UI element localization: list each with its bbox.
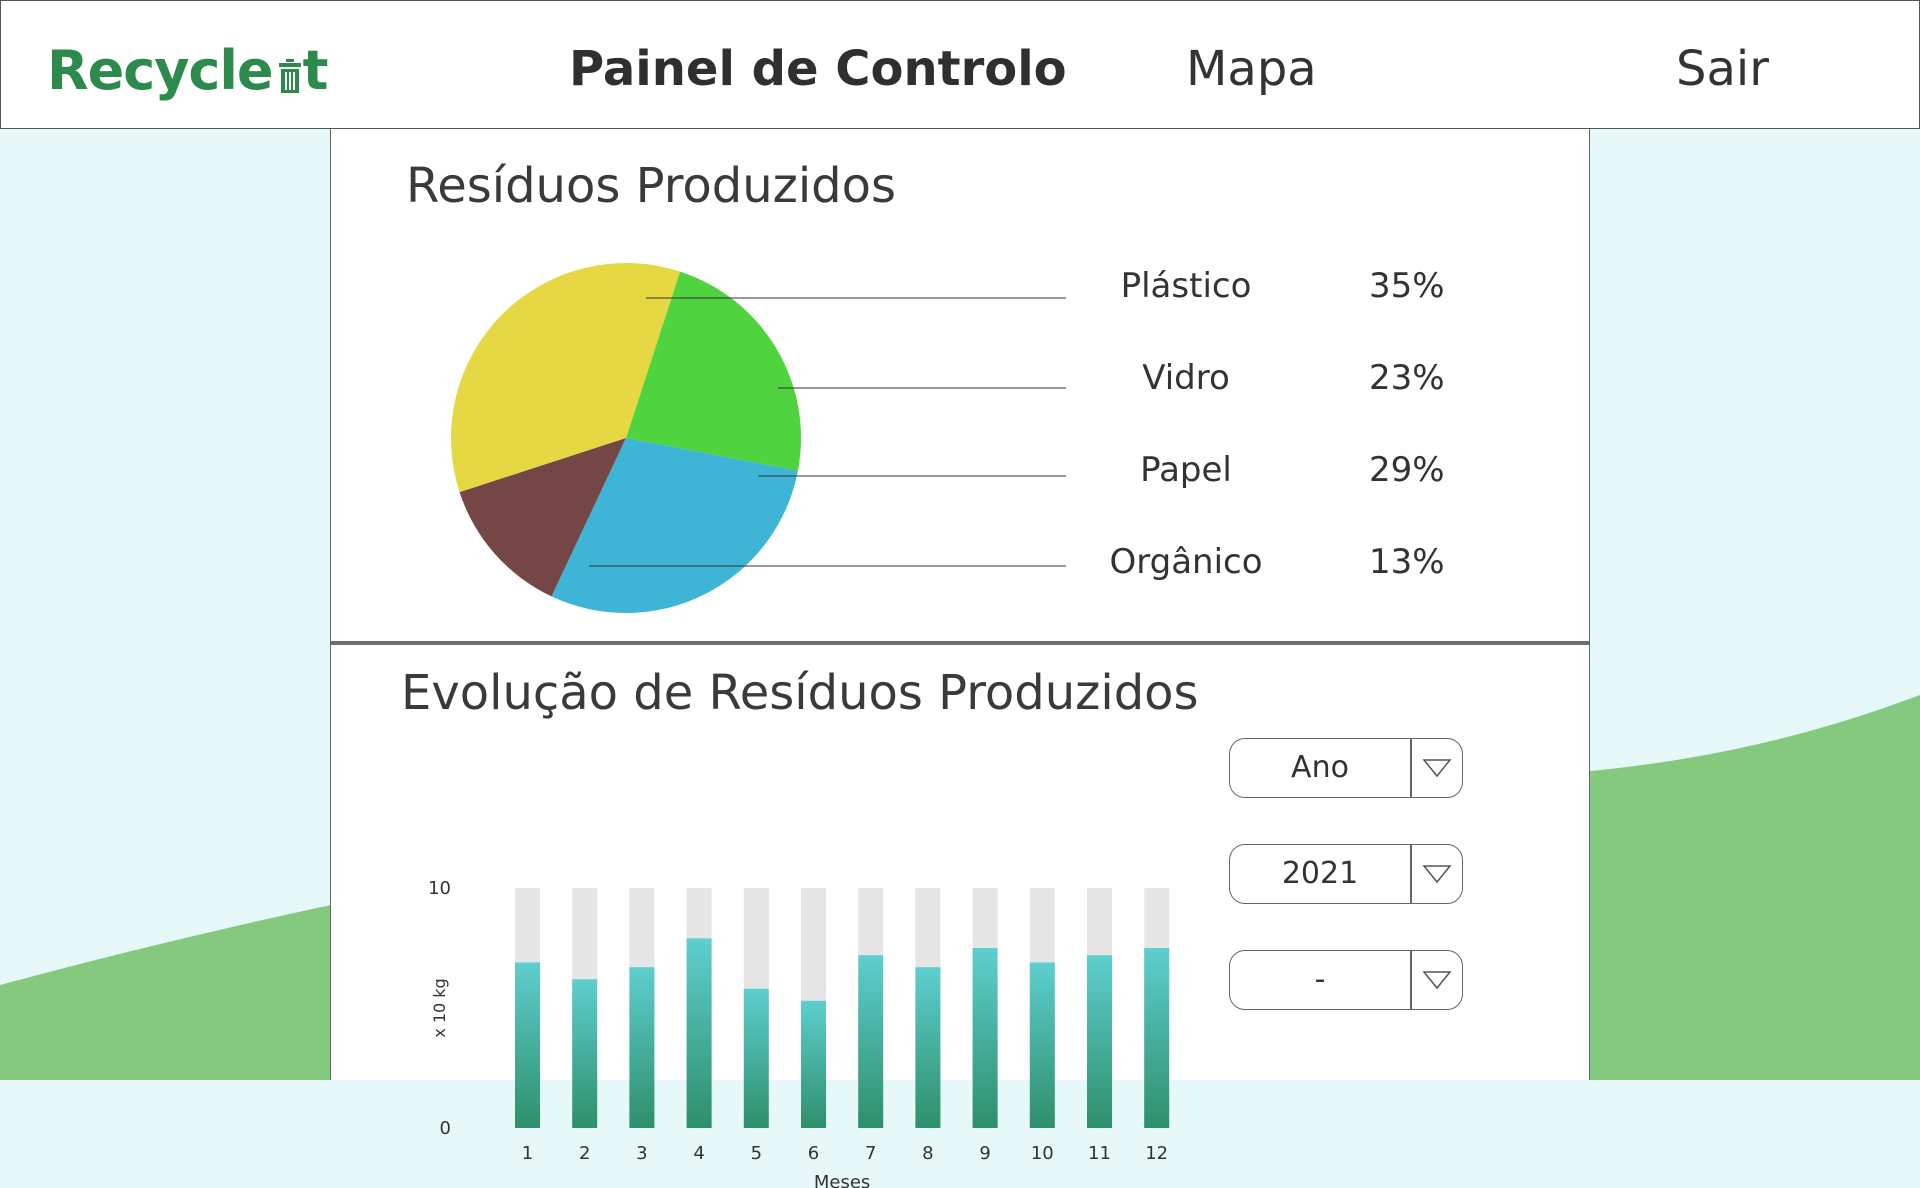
month-value: - xyxy=(1314,962,1326,997)
nav-dashboard-link[interactable]: Painel de Controlo xyxy=(569,41,1067,97)
x-tick-label: 4 xyxy=(693,1143,704,1164)
legend-percentage: 13% xyxy=(1369,542,1445,582)
section-divider xyxy=(331,641,1589,645)
legend-percentage: 35% xyxy=(1369,266,1445,306)
legend-percentage: 29% xyxy=(1369,450,1445,490)
y-tick-label: 10 xyxy=(428,878,451,899)
year-value: 2021 xyxy=(1281,856,1359,891)
chevron-down-icon[interactable] xyxy=(1422,863,1452,885)
month-select[interactable]: - xyxy=(1229,950,1463,1010)
bar-month-6[interactable] xyxy=(801,1000,826,1128)
nav-exit-link[interactable]: Sair xyxy=(1676,41,1769,97)
logo-text-recycle: Recycle xyxy=(47,38,274,102)
dropdown-separator xyxy=(1410,739,1412,797)
x-tick-label: 6 xyxy=(808,1143,819,1164)
bar-month-12[interactable] xyxy=(1144,948,1170,1128)
waste-evolution-bar-chart: 010x 10 kg1 2 3 4 5 6 7 8 9 10 11 12Meses xyxy=(428,878,1170,1188)
period-type-select[interactable]: Ano xyxy=(1229,738,1463,798)
bar-month-5[interactable] xyxy=(743,988,769,1128)
legend-percentage: 23% xyxy=(1369,358,1445,398)
dashboard-panel: Resíduos Produzidos Plástico 35% Vidro 23% P… xyxy=(330,128,1590,1188)
pie-leader-lines xyxy=(589,297,1066,567)
x-tick-label: 11 xyxy=(1088,1143,1111,1164)
y-tick-label: 0 xyxy=(440,1118,451,1139)
trash-bin-icon xyxy=(278,59,301,93)
dropdown-separator xyxy=(1410,951,1412,1009)
dropdown-separator xyxy=(1410,845,1412,903)
nav-map-link[interactable]: Mapa xyxy=(1186,41,1317,97)
waste-evolution-title: Evolução de Resíduos Produzidos xyxy=(401,665,1199,721)
bar-month-7[interactable] xyxy=(858,955,884,1128)
legend-row-vidro: Vidro 23% xyxy=(1071,358,1451,408)
bar-month-9[interactable] xyxy=(972,948,998,1128)
legend-row-plástico: Plástico 35% xyxy=(1071,266,1451,316)
x-tick-label: 5 xyxy=(751,1143,762,1164)
bar-month-1[interactable] xyxy=(515,962,540,1128)
bar-month-11[interactable] xyxy=(1087,955,1112,1128)
x-tick-label: 8 xyxy=(922,1143,933,1164)
legend-label: Papel xyxy=(1140,450,1232,490)
legend-row-orgânico: Orgânico 13% xyxy=(1071,542,1451,592)
chevron-down-icon[interactable] xyxy=(1422,969,1452,991)
period-type-value: Ano xyxy=(1291,750,1349,785)
chevron-down-icon[interactable] xyxy=(1422,757,1452,779)
x-tick-label: 12 xyxy=(1145,1143,1168,1164)
top-navigation-bar: Recycle t Painel de Controlo Mapa Sair xyxy=(0,0,1920,129)
bar-month-10[interactable] xyxy=(1029,962,1055,1128)
legend-row-papel: Papel 29% xyxy=(1071,450,1451,500)
legend-label: Vidro xyxy=(1142,358,1230,398)
x-tick-label: 10 xyxy=(1031,1143,1054,1164)
x-tick-label: 3 xyxy=(636,1143,647,1164)
bar-month-8[interactable] xyxy=(915,967,941,1128)
bar-month-3[interactable] xyxy=(629,967,655,1128)
legend-label: Plástico xyxy=(1120,266,1252,306)
logo-text-it: t xyxy=(302,38,329,102)
app-logo[interactable]: Recycle t xyxy=(47,35,329,105)
x-axis-label: Meses xyxy=(814,1172,870,1188)
y-axis-label: x 10 kg xyxy=(430,978,449,1037)
bar-month-4[interactable] xyxy=(686,938,712,1128)
year-select[interactable]: 2021 xyxy=(1229,844,1463,904)
x-tick-label: 1 xyxy=(522,1143,533,1164)
x-tick-label: 9 xyxy=(979,1143,990,1164)
legend-label: Orgânico xyxy=(1109,542,1263,582)
x-tick-label: 7 xyxy=(865,1143,876,1164)
bar-month-2[interactable] xyxy=(572,979,598,1128)
x-tick-label: 2 xyxy=(579,1143,590,1164)
